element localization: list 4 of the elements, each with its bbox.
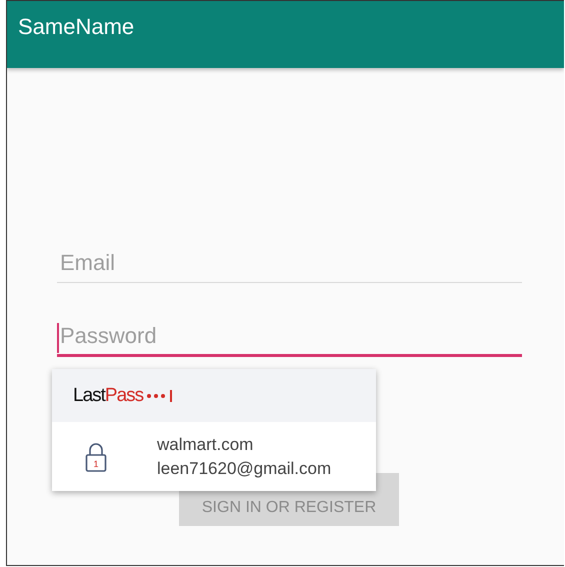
app-title: SameName	[18, 14, 134, 40]
input-field[interactable]: Password	[57, 317, 522, 357]
lastpass-logo: LastPass	[73, 384, 144, 406]
site-name: walmart.com	[157, 434, 254, 454]
